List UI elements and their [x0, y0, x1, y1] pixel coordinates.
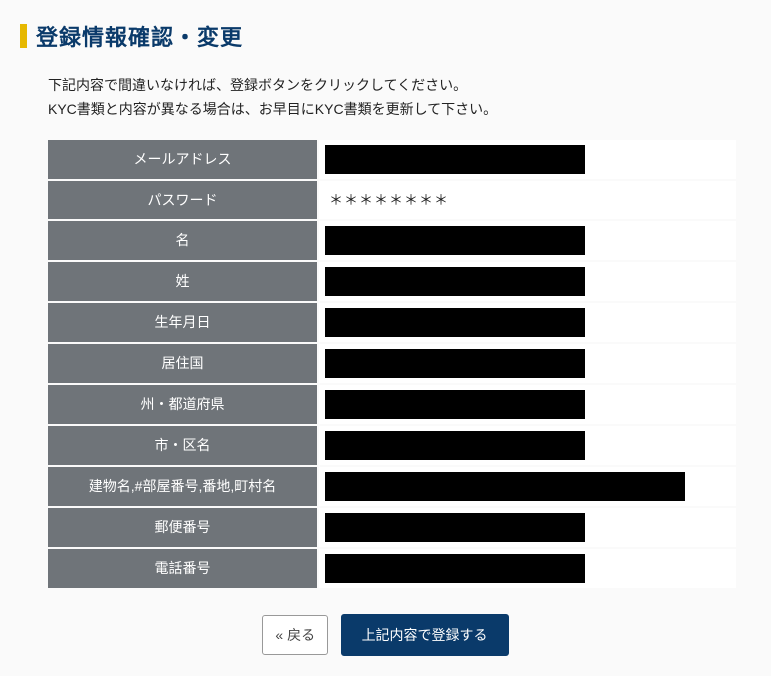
row-city: 市・区名: [48, 425, 736, 466]
value-city: [318, 425, 736, 466]
redacted-value: [325, 308, 585, 337]
value-state: [318, 384, 736, 425]
instruction-line-2: KYC書類と内容が異なる場合は、お早目にKYC書類を更新して下さい。: [48, 98, 751, 122]
row-last-name: 姓: [48, 261, 736, 302]
label-first-name: 名: [48, 220, 318, 261]
back-button[interactable]: « 戻る: [262, 615, 328, 655]
value-email: [318, 140, 736, 180]
row-building: 建物名,#部屋番号,番地,町村名: [48, 466, 736, 507]
label-postal: 郵便番号: [48, 507, 318, 548]
redacted-value: [325, 554, 585, 583]
redacted-value: [325, 145, 585, 174]
value-postal: [318, 507, 736, 548]
value-last-name: [318, 261, 736, 302]
label-building: 建物名,#部屋番号,番地,町村名: [48, 466, 318, 507]
label-birthdate: 生年月日: [48, 302, 318, 343]
label-phone: 電話番号: [48, 548, 318, 588]
row-password: パスワード ＊＊＊＊＊＊＊＊: [48, 180, 736, 220]
row-birthdate: 生年月日: [48, 302, 736, 343]
redacted-value: [325, 349, 585, 378]
row-email: メールアドレス: [48, 140, 736, 180]
label-state: 州・都道府県: [48, 384, 318, 425]
label-city: 市・区名: [48, 425, 318, 466]
row-postal: 郵便番号: [48, 507, 736, 548]
label-country: 居住国: [48, 343, 318, 384]
label-password: パスワード: [48, 180, 318, 220]
value-phone: [318, 548, 736, 588]
redacted-value: [325, 513, 585, 542]
row-first-name: 名: [48, 220, 736, 261]
password-masked: ＊＊＊＊＊＊＊＊: [325, 192, 449, 208]
label-email: メールアドレス: [48, 140, 318, 180]
page-title: 登録情報確認・変更: [36, 20, 243, 52]
redacted-value: [325, 472, 685, 501]
row-phone: 電話番号: [48, 548, 736, 588]
redacted-value: [325, 226, 585, 255]
value-password: ＊＊＊＊＊＊＊＊: [318, 180, 736, 220]
registration-form-table: メールアドレス パスワード ＊＊＊＊＊＊＊＊ 名 姓 生年月日 居住国 州・都道…: [48, 140, 736, 588]
value-birthdate: [318, 302, 736, 343]
redacted-value: [325, 390, 585, 419]
page-title-wrap: 登録情報確認・変更: [20, 20, 751, 52]
instruction-line-1: 下記内容で間違いなければ、登録ボタンをクリックしてください。: [48, 74, 751, 98]
redacted-value: [325, 431, 585, 460]
instructions: 下記内容で間違いなければ、登録ボタンをクリックしてください。 KYC書類と内容が…: [48, 74, 751, 122]
row-state: 州・都道府県: [48, 384, 736, 425]
redacted-value: [325, 267, 585, 296]
label-last-name: 姓: [48, 261, 318, 302]
button-row: « 戻る 上記内容で登録する: [20, 614, 751, 656]
title-accent-bar: [20, 24, 27, 48]
submit-button[interactable]: 上記内容で登録する: [341, 614, 509, 656]
value-building: [318, 466, 736, 507]
row-country: 居住国: [48, 343, 736, 384]
value-first-name: [318, 220, 736, 261]
value-country: [318, 343, 736, 384]
